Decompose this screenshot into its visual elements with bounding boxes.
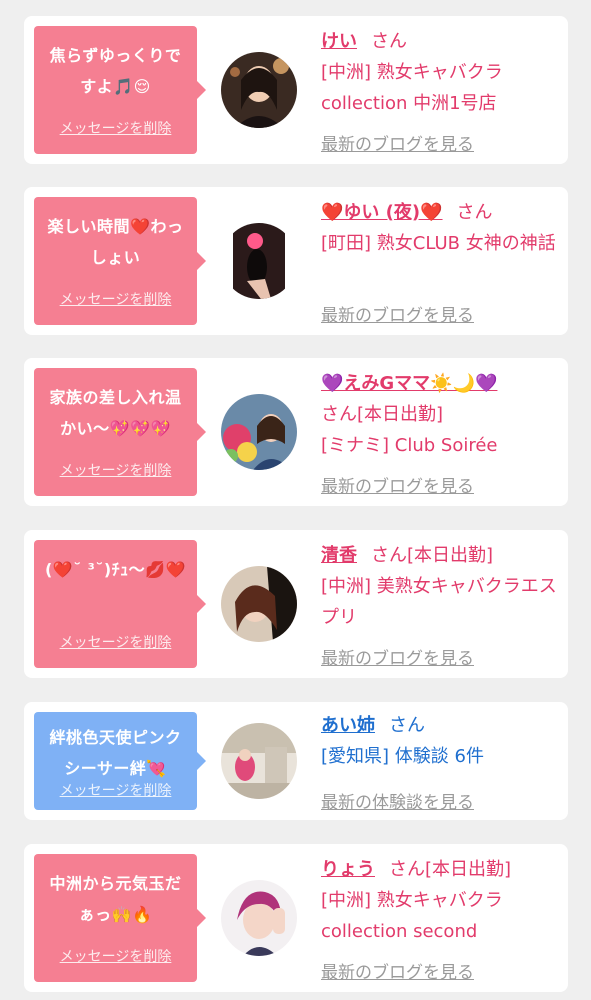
message-text: (❤️˘ ³˘)ﾁｭ〜💋❤️ [45,560,186,579]
message-card: (❤️˘ ³˘)ﾁｭ〜💋❤️ メッセージを削除 清香 さん[本日出勤] [中洲] … [24,530,568,678]
on-duty-badge: [本日出勤] [407,545,494,566]
honorific: さん [371,545,407,566]
shop-name: [愛知県] 体験談 6件 [321,746,484,767]
avatar[interactable] [221,723,297,799]
latest-blog-link[interactable]: 最新のブログを見る [321,644,474,669]
profile-name-link[interactable]: りょう [321,859,375,880]
honorific: さん [389,859,425,880]
message-card: 楽しい時間❤️わっしょい メッセージを削除 ❤️ゆい (夜)❤️ さん [町田] … [24,187,568,335]
latest-blog-link[interactable]: 最新のブログを見る [321,472,474,497]
profile-name-link[interactable]: ❤️ゆい (夜)❤️ [321,202,443,223]
on-duty-badge: [本日出勤] [425,859,512,880]
latest-blog-link[interactable]: 最新のブログを見る [321,958,474,983]
honorific: さん [456,202,493,223]
avatar[interactable] [221,880,297,956]
honorific: さん [321,404,357,425]
message-text: 中洲から元気玉だぁっ🙌🔥 [49,874,182,924]
message-bubble: 中洲から元気玉だぁっ🙌🔥 メッセージを削除 [34,854,206,982]
on-duty-badge: [本日出勤] [357,404,444,425]
message-bubble: 焦らずゆっくりですよ🎵😌 メッセージを削除 [34,26,206,154]
shop-name: [ミナミ] Club Soirée [321,435,498,456]
message-text: 楽しい時間❤️わっしょい [47,217,184,267]
profile-name-link[interactable]: あい姉 [321,715,375,736]
avatar[interactable] [221,223,297,299]
latest-blog-link[interactable]: 最新のブログを見る [321,130,474,155]
profile-name-link[interactable]: 💜えみGママ☀️🌙💜 [321,373,497,394]
message-text: 家族の差し入れ温かい〜💖💖💖 [49,388,182,438]
avatar[interactable] [221,566,297,642]
shop-name: [町田] 熟女CLUB 女神の神話 [321,233,556,254]
profile-name-link[interactable]: けい [321,31,357,52]
honorific: さん [371,31,407,52]
message-card: 絆桃色天使ピンクシーサー絆💘 メッセージを削除 あい姉 さん [愛知県] 体験談 … [24,702,568,820]
message-card: 家族の差し入れ温かい〜💖💖💖 メッセージを削除 💜えみGママ☀️🌙💜 さん[本日… [24,358,568,506]
delete-message-link[interactable]: メッセージを削除 [34,946,197,966]
avatar[interactable] [221,52,297,128]
delete-message-link[interactable]: メッセージを削除 [34,632,197,652]
latest-review-link[interactable]: 最新の体験談を見る [321,788,474,813]
message-bubble: 家族の差し入れ温かい〜💖💖💖 メッセージを削除 [34,368,206,496]
avatar[interactable] [221,394,297,470]
message-text: 絆桃色天使ピンクシーサー絆💘 [49,728,182,778]
delete-message-link[interactable]: メッセージを削除 [34,289,197,309]
message-card: 焦らずゆっくりですよ🎵😌 メッセージを削除 けい さん [中洲] 熟女キャバクラc… [24,16,568,164]
latest-blog-link[interactable]: 最新のブログを見る [321,301,474,326]
message-bubble: 絆桃色天使ピンクシーサー絆💘 メッセージを削除 [34,712,206,810]
message-bubble: (❤️˘ ³˘)ﾁｭ〜💋❤️ メッセージを削除 [34,540,206,668]
shop-name: [中洲] 美熟女キャバクラエスプリ [321,576,557,628]
shop-name: [中洲] 熟女キャバクラcollection second [321,890,503,942]
profile-name-link[interactable]: 清香 [321,545,357,566]
delete-message-link[interactable]: メッセージを削除 [34,460,197,480]
honorific: さん [389,715,425,736]
delete-message-link[interactable]: メッセージを削除 [34,118,197,138]
message-list: 焦らずゆっくりですよ🎵😌 メッセージを削除 けい さん [中洲] 熟女キャバクラc… [0,0,591,1000]
delete-message-link[interactable]: メッセージを削除 [34,780,197,800]
shop-name: [中洲] 熟女キャバクラcollection 中洲1号店 [321,62,503,114]
message-bubble: 楽しい時間❤️わっしょい メッセージを削除 [34,197,206,325]
message-card: 中洲から元気玉だぁっ🙌🔥 メッセージを削除 りょう さん[本日出勤] [中洲] 熟… [24,844,568,992]
message-text: 焦らずゆっくりですよ🎵😌 [49,46,182,96]
